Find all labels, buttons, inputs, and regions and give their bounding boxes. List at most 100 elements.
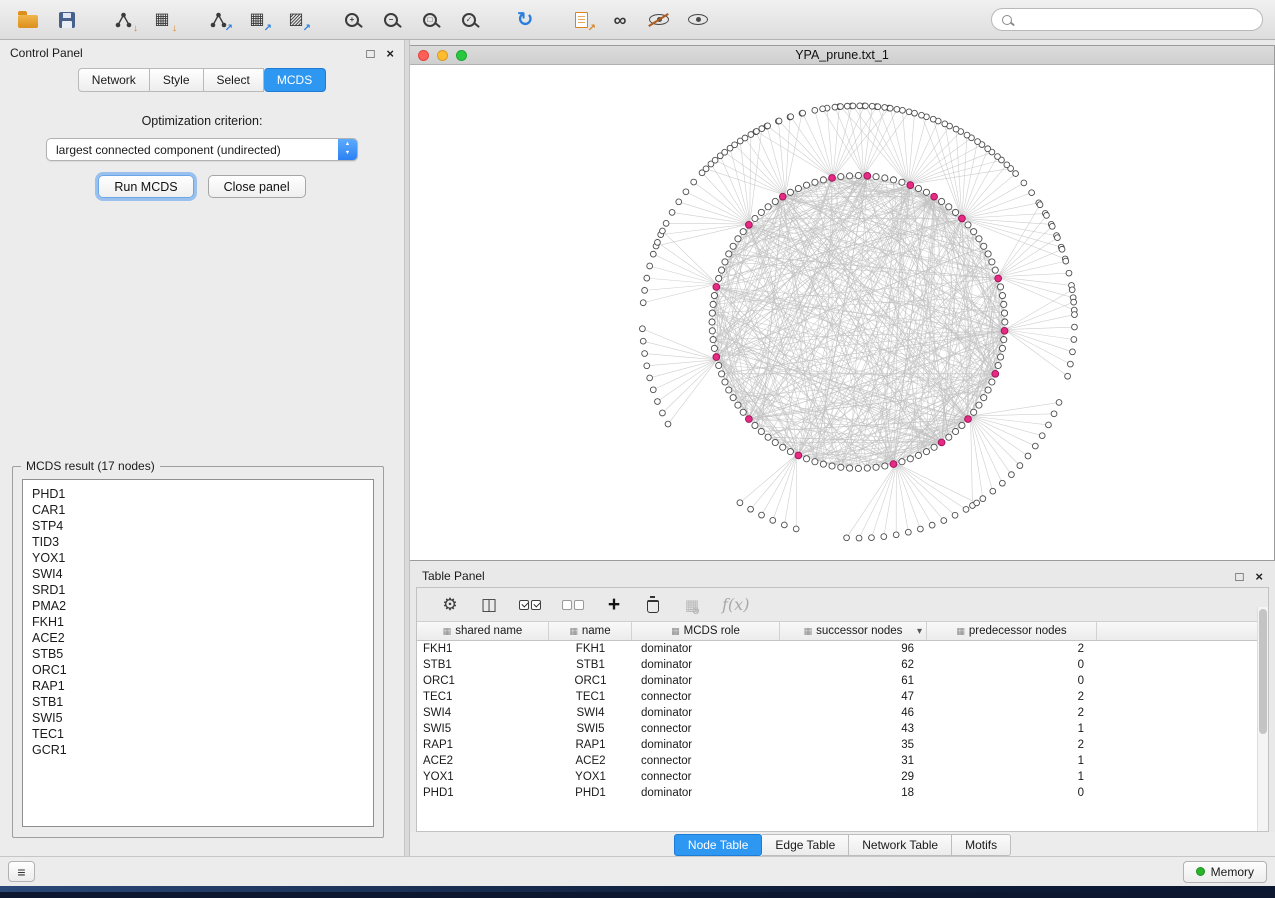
zoom-selected-button[interactable]: ✓ bbox=[453, 6, 485, 34]
mcds-result-item[interactable]: STP4 bbox=[32, 518, 364, 534]
mcds-result-item[interactable]: TID3 bbox=[32, 534, 364, 550]
table-scrollbar[interactable] bbox=[1257, 607, 1268, 831]
column-header-successor-nodes[interactable]: ▦successor nodes▾ bbox=[780, 622, 927, 640]
table-cell: 31 bbox=[780, 753, 927, 769]
close-window-button[interactable] bbox=[418, 50, 429, 61]
table-row[interactable]: RAP1RAP1dominator352 bbox=[417, 737, 1268, 753]
mcds-result-item[interactable]: ORC1 bbox=[32, 662, 364, 678]
network-canvas[interactable] bbox=[410, 65, 1274, 560]
table-cell: 61 bbox=[780, 673, 927, 689]
tab-motifs[interactable]: Motifs bbox=[952, 834, 1011, 856]
show-all-columns-button[interactable] bbox=[519, 593, 541, 617]
column-header-shared-name[interactable]: ▦shared name bbox=[417, 622, 549, 640]
find-button[interactable]: ∞ bbox=[604, 6, 636, 34]
save-session-button[interactable] bbox=[51, 6, 83, 34]
export-table-button[interactable]: ▦↗ bbox=[241, 6, 273, 34]
export-network-button[interactable]: ↗ bbox=[202, 6, 234, 34]
table-scrollbar-thumb[interactable] bbox=[1259, 609, 1267, 734]
delete-columns-button[interactable] bbox=[644, 593, 662, 617]
table-cell: FKH1 bbox=[549, 641, 632, 657]
table-cell: 0 bbox=[927, 673, 1097, 689]
tab-select[interactable]: Select bbox=[204, 68, 264, 92]
mcds-result-item[interactable]: RAP1 bbox=[32, 678, 364, 694]
close-panel-button[interactable]: Close panel bbox=[208, 175, 306, 198]
mcds-result-item[interactable]: STB5 bbox=[32, 646, 364, 662]
column-header-name[interactable]: ▦name bbox=[549, 622, 632, 640]
toggle-table-view-icon: ◫ bbox=[481, 595, 497, 615]
tab-node-table[interactable]: Node Table bbox=[674, 834, 763, 856]
show-graphics-details-button[interactable] bbox=[682, 6, 714, 34]
table-row[interactable]: FKH1FKH1dominator962 bbox=[417, 641, 1268, 657]
delete-table-button: ▦⊗ bbox=[683, 593, 701, 617]
minimize-window-button[interactable] bbox=[437, 50, 448, 61]
mcds-result-item[interactable]: PMA2 bbox=[32, 598, 364, 614]
import-network-from-file-button[interactable]: ↓ bbox=[107, 6, 139, 34]
mcds-result-item[interactable]: FKH1 bbox=[32, 614, 364, 630]
run-mcds-button[interactable]: Run MCDS bbox=[98, 175, 193, 198]
table-settings-button[interactable]: ⚙ bbox=[441, 593, 459, 617]
table-row[interactable]: PHD1PHD1dominator180 bbox=[417, 785, 1268, 801]
column-label: predecessor nodes bbox=[969, 625, 1067, 637]
table-cell: dominator bbox=[632, 785, 780, 801]
zoom-out-button[interactable]: − bbox=[375, 6, 407, 34]
float-control-panel-icon[interactable]: □ bbox=[367, 46, 375, 61]
toolbar-groups: ↓▦↓↗▦↗▨↗+−□✓↻↗∞ bbox=[12, 6, 738, 34]
mcds-result-item[interactable]: YOX1 bbox=[32, 550, 364, 566]
mcds-result-item[interactable]: SRD1 bbox=[32, 582, 364, 598]
zoom-in-button[interactable]: + bbox=[336, 6, 368, 34]
open-file-button[interactable] bbox=[12, 6, 44, 34]
table-cell: PHD1 bbox=[417, 785, 549, 801]
close-table-panel-icon[interactable]: × bbox=[1255, 569, 1263, 584]
clone-network-button[interactable]: ↗ bbox=[565, 6, 597, 34]
criterion-dropdown[interactable]: largest connected component (undirected)… bbox=[46, 138, 358, 161]
mcds-result-item[interactable]: ACE2 bbox=[32, 630, 364, 646]
tab-network[interactable]: Network bbox=[78, 68, 150, 92]
memory-button[interactable]: Memory bbox=[1183, 861, 1267, 883]
table-cell: STB1 bbox=[549, 657, 632, 673]
column-header-mcds-role[interactable]: ▦MCDS role bbox=[632, 622, 780, 640]
mcds-result-item[interactable]: SWI4 bbox=[32, 566, 364, 582]
search-box[interactable] bbox=[991, 8, 1263, 31]
table-row[interactable]: YOX1YOX1connector291 bbox=[417, 769, 1268, 785]
panel-menu-button[interactable]: ≡ bbox=[8, 861, 35, 882]
tab-style[interactable]: Style bbox=[150, 68, 204, 92]
tab-network-table[interactable]: Network Table bbox=[849, 834, 952, 856]
table-row[interactable]: TEC1TEC1connector472 bbox=[417, 689, 1268, 705]
table-row[interactable]: ORC1ORC1dominator610 bbox=[417, 673, 1268, 689]
toggle-table-view-button[interactable]: ◫ bbox=[480, 593, 498, 617]
column-header-predecessor-nodes[interactable]: ▦predecessor nodes bbox=[927, 622, 1097, 640]
table-row[interactable]: STB1STB1dominator620 bbox=[417, 657, 1268, 673]
table-cell: SWI5 bbox=[417, 721, 549, 737]
float-table-panel-icon[interactable]: □ bbox=[1236, 569, 1244, 584]
table-cell: 1 bbox=[927, 721, 1097, 737]
tab-edge-table[interactable]: Edge Table bbox=[762, 834, 849, 856]
mcds-result-item[interactable]: CAR1 bbox=[32, 502, 364, 518]
create-column-button[interactable]: + bbox=[605, 593, 623, 617]
mcds-result-item[interactable]: STB1 bbox=[32, 694, 364, 710]
table-row[interactable]: SWI4SWI4dominator462 bbox=[417, 705, 1268, 721]
control-panel-title: Control Panel bbox=[10, 46, 83, 60]
table-row[interactable]: ACE2ACE2connector311 bbox=[417, 753, 1268, 769]
mcds-result-item[interactable]: GCR1 bbox=[32, 742, 364, 758]
tab-mcds[interactable]: MCDS bbox=[264, 68, 326, 92]
apply-preferred-layout-button[interactable]: ↻ bbox=[509, 6, 541, 34]
zoom-fit-button[interactable]: □ bbox=[414, 6, 446, 34]
maximize-window-button[interactable] bbox=[456, 50, 467, 61]
search-input[interactable] bbox=[1019, 13, 1252, 27]
table-panel: Table Panel □ × ⚙◫+▦⊗f(x) ▦shared name▦n… bbox=[410, 565, 1275, 856]
mcds-result-list[interactable]: PHD1CAR1STP4TID3YOX1SWI4SRD1PMA2FKH1ACE2… bbox=[22, 479, 374, 827]
close-control-panel-icon[interactable]: × bbox=[386, 46, 394, 61]
clone-network-badge-icon: ↗ bbox=[588, 24, 596, 34]
table-cell: 2 bbox=[927, 737, 1097, 753]
table-cell: TEC1 bbox=[549, 689, 632, 705]
import-table-from-file-button[interactable]: ▦↓ bbox=[146, 6, 178, 34]
column-menu-icon[interactable]: ▾ bbox=[917, 626, 922, 637]
hide-graphics-details-button[interactable] bbox=[643, 6, 675, 34]
export-image-button[interactable]: ▨↗ bbox=[280, 6, 312, 34]
mcds-result-item[interactable]: PHD1 bbox=[32, 486, 364, 502]
mcds-result-item[interactable]: SWI5 bbox=[32, 710, 364, 726]
table-row[interactable]: SWI5SWI5connector431 bbox=[417, 721, 1268, 737]
mcds-result-item[interactable]: TEC1 bbox=[32, 726, 364, 742]
hide-all-columns-button[interactable] bbox=[562, 593, 584, 617]
table-cell: 96 bbox=[780, 641, 927, 657]
